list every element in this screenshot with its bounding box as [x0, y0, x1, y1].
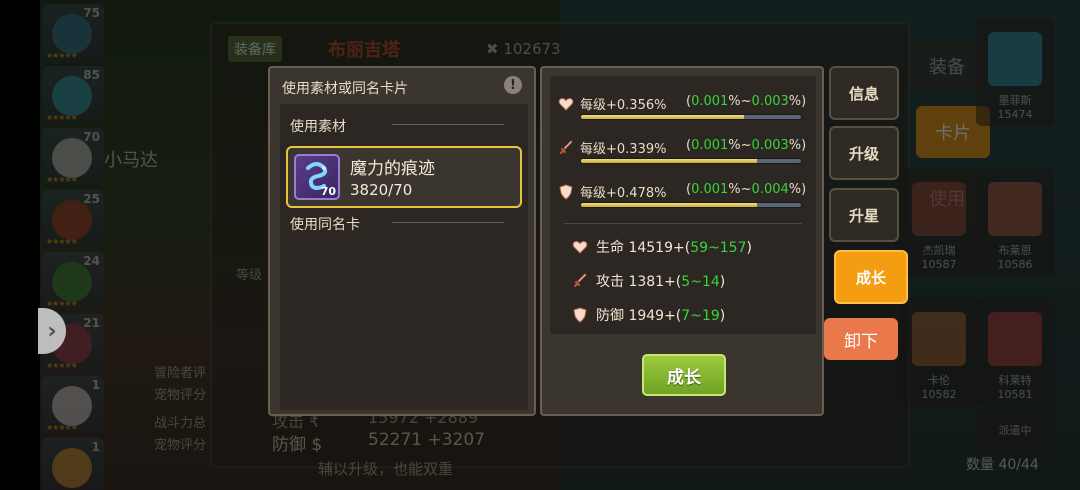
material-name: 魔力的痕迹: [350, 159, 435, 179]
growth-stat-row: 每级+0.339% (0.001%~0.003%): [558, 134, 810, 174]
growth-stats-box: 每级+0.356% (0.001%~0.003%) 每级+0.339% (0.001%…: [550, 76, 816, 334]
section-same-cards-label: 使用同名卡: [290, 217, 360, 233]
sword-icon: [558, 140, 574, 156]
base-stat-row: 攻击 1381+(5~14): [572, 270, 812, 294]
growth-progress-bar: [580, 202, 802, 208]
shield-icon: [572, 307, 588, 323]
growth-per-level: 每级+0.478%: [580, 186, 667, 201]
base-stat-text: 生命 14519+(59~157): [596, 240, 752, 256]
magic-trace-icon: 70: [294, 154, 340, 200]
material-list: 使用素材 70 魔力的痕迹 3820/70 使用同名卡: [280, 104, 528, 410]
growth-progress-fill: [581, 159, 757, 163]
section-divider: [392, 222, 504, 223]
material-item[interactable]: 70 魔力的痕迹 3820/70: [286, 146, 522, 208]
growth-range: (0.001%~0.004%): [686, 182, 807, 197]
tab-growth[interactable]: 成长: [834, 250, 908, 304]
growth-progress-fill: [581, 115, 744, 119]
growth-progress-fill: [581, 203, 757, 207]
tab-info[interactable]: 信息: [829, 66, 899, 120]
growth-per-level: 每级+0.356%: [580, 98, 667, 113]
tab-upgrade[interactable]: 升级: [829, 126, 899, 180]
growth-stat-row: 每级+0.356% (0.001%~0.003%): [558, 90, 810, 130]
growth-per-level: 每级+0.339%: [580, 142, 667, 157]
base-stat-text: 防御 1949+(7~19): [596, 308, 726, 324]
material-panel-title: 使用素材或同名卡片: [282, 81, 408, 97]
base-stat-text: 攻击 1381+(5~14): [596, 274, 726, 290]
growth-progress-bar: [580, 158, 802, 164]
tab-star-up[interactable]: 升星: [829, 188, 899, 242]
section-divider: [392, 124, 504, 125]
info-icon[interactable]: !: [504, 76, 522, 94]
shield-icon: [558, 184, 574, 200]
heart-icon: [558, 96, 574, 112]
base-stat-row: 防御 1949+(7~19): [572, 304, 812, 328]
material-panel: 使用素材或同名卡片 ! 使用素材 70 魔力的痕迹 3820/70 使用同名卡: [268, 66, 536, 416]
material-icon-qty: 70: [320, 185, 336, 198]
growth-stat-row: 每级+0.478% (0.001%~0.004%): [558, 178, 810, 218]
growth-progress-bar: [580, 114, 802, 120]
material-count: 3820/70: [350, 181, 413, 199]
unequip-button[interactable]: 卸下: [824, 318, 898, 360]
base-stat-row: 生命 14519+(59~157): [572, 236, 812, 260]
stats-divider: [564, 223, 802, 224]
grow-button[interactable]: 成长: [642, 354, 726, 396]
sword-icon: [572, 273, 588, 289]
growth-range: (0.001%~0.003%): [686, 94, 807, 109]
growth-stats-panel: 每级+0.356% (0.001%~0.003%) 每级+0.339% (0.001%…: [540, 66, 824, 416]
growth-range: (0.001%~0.003%): [686, 138, 807, 153]
heart-icon: [572, 239, 588, 255]
section-materials-label: 使用素材: [290, 119, 346, 135]
